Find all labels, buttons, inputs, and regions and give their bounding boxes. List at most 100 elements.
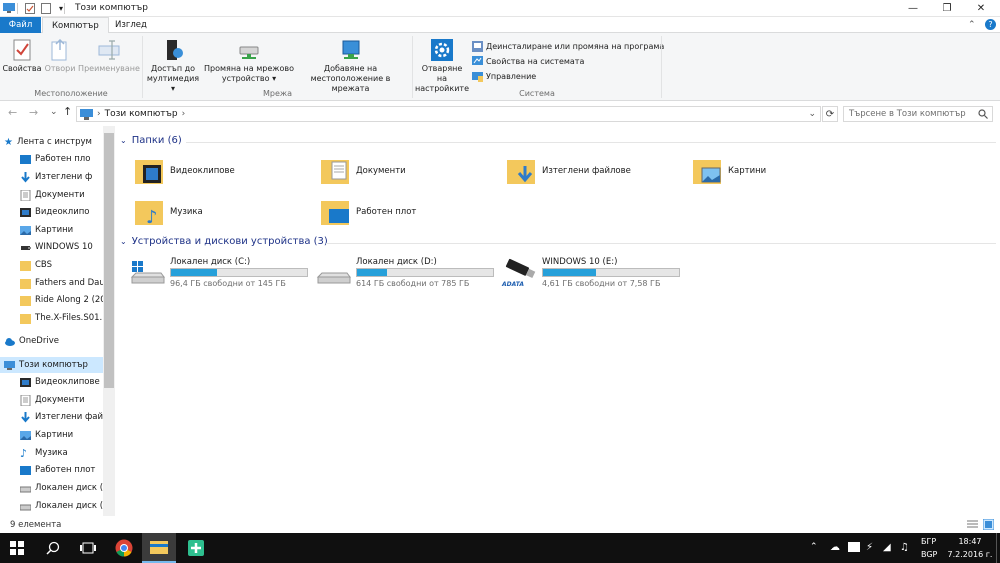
show-hidden-icons[interactable]: ⌃ bbox=[810, 542, 818, 552]
clock-time[interactable]: 18:47 bbox=[950, 537, 990, 546]
video-icon bbox=[20, 207, 31, 217]
address-bar[interactable]: › Този компютър › ⌄ bbox=[76, 106, 821, 122]
drive-e[interactable]: ADATA WINDOWS 10 (E:) 4,61 ГБ свободни о… bbox=[502, 257, 682, 291]
drives-header[interactable]: ⌄ Устройства и дискови устройства (3) bbox=[120, 236, 328, 247]
nav-quick-access[interactable]: ★ Лента с инструм bbox=[4, 134, 107, 150]
address-dropdown-icon[interactable]: ⌄ bbox=[808, 109, 816, 119]
keyboard-layout[interactable]: BGP bbox=[921, 550, 937, 559]
folder-documents[interactable]: Документи bbox=[320, 156, 406, 186]
nav-item-folder[interactable]: The.X-Files.S01.1 bbox=[20, 310, 115, 326]
nav-item-label: WINDOWS 10 bbox=[35, 242, 93, 252]
task-view-button[interactable] bbox=[71, 533, 105, 563]
properties-icon[interactable] bbox=[24, 2, 36, 14]
folder-videos[interactable]: Видеоклипове bbox=[134, 156, 235, 186]
clock-date[interactable]: 7.2.2016 г. bbox=[945, 550, 995, 559]
picture-icon bbox=[20, 430, 31, 440]
computer-icon[interactable] bbox=[3, 2, 15, 14]
folder-downloads[interactable]: Изтеглени файлове bbox=[506, 156, 631, 186]
action-center-icon[interactable] bbox=[848, 542, 860, 552]
rename-button[interactable]: Преименуване bbox=[78, 39, 140, 74]
large-icons-view-icon[interactable] bbox=[983, 519, 994, 530]
nav-pc-videos[interactable]: Видеоклипове bbox=[20, 374, 115, 390]
star-icon: ★ bbox=[4, 136, 13, 148]
system-properties-button[interactable]: Свойства на системата bbox=[472, 54, 584, 68]
nav-pc-music[interactable]: ♪ Музика bbox=[20, 445, 115, 461]
details-view-icon[interactable] bbox=[967, 520, 978, 529]
nav-item-label: Документи bbox=[35, 190, 85, 200]
up-button[interactable]: ↑ bbox=[63, 105, 72, 118]
settings-label1: Отваряне на bbox=[421, 64, 463, 83]
restore-button[interactable]: ❐ bbox=[932, 0, 962, 17]
nav-item-videos[interactable]: Видеоклипо✎ bbox=[20, 204, 115, 220]
search-button[interactable] bbox=[36, 533, 70, 563]
open-settings-button[interactable]: Отваряне на настройките bbox=[415, 39, 469, 94]
search-input[interactable]: Търсене в Този компютър bbox=[843, 106, 993, 122]
nav-item-label: Работен пло bbox=[35, 154, 91, 164]
new-folder-icon[interactable] bbox=[40, 2, 52, 14]
volume-icon[interactable]: ♫ bbox=[900, 542, 909, 553]
qat-dropdown-icon[interactable]: ▾ bbox=[55, 2, 67, 14]
nav-pc-drive-d[interactable]: Локален диск (D bbox=[20, 498, 115, 514]
close-button[interactable]: ✕ bbox=[966, 0, 996, 17]
nav-pc-drive-c[interactable]: Локален диск (C bbox=[20, 480, 115, 496]
nav-pc-pictures[interactable]: Картини bbox=[20, 427, 115, 443]
power-icon[interactable]: ⚡ bbox=[866, 542, 873, 553]
open-button[interactable]: Отвори bbox=[43, 39, 77, 74]
folder-pictures[interactable]: Картини bbox=[692, 156, 766, 186]
help-icon[interactable]: ? bbox=[985, 19, 996, 30]
chrome-app[interactable] bbox=[107, 533, 141, 563]
nav-item-folder[interactable]: CBS bbox=[20, 257, 115, 273]
nav-this-pc[interactable]: Този компютър bbox=[0, 357, 103, 373]
nav-item-label: Fathers and Dau bbox=[35, 278, 105, 288]
onedrive-tray-icon[interactable]: ☁ bbox=[830, 542, 840, 553]
task-view-icon bbox=[80, 542, 96, 554]
input-language[interactable]: БГР bbox=[921, 537, 936, 546]
tab-file[interactable]: Файл bbox=[0, 17, 41, 33]
forward-button[interactable]: → bbox=[29, 106, 38, 119]
nav-pc-downloads[interactable]: Изтеглени файл bbox=[20, 409, 115, 425]
folder-music[interactable]: ♪ Музика bbox=[134, 197, 203, 227]
location-group-label: Местоположение bbox=[34, 89, 108, 98]
breadcrumb-this-pc[interactable]: Този компютър bbox=[105, 109, 178, 119]
nav-item-documents[interactable]: Документи✎ bbox=[20, 187, 115, 203]
nav-pc-documents[interactable]: Документи bbox=[20, 392, 115, 408]
drive-c[interactable]: Локален диск (C:) 96,4 ГБ свободни от 14… bbox=[130, 257, 310, 291]
folder-desktop[interactable]: Работен плот bbox=[320, 197, 416, 227]
tab-view[interactable]: Изглед bbox=[106, 17, 156, 33]
nav-item-downloads[interactable]: Изтеглени ф✎ bbox=[20, 169, 115, 185]
folders-header[interactable]: ⌄ Папки (6) bbox=[120, 135, 182, 146]
nav-scrollbar-thumb[interactable] bbox=[104, 133, 114, 388]
nav-item-desktop[interactable]: Работен пло✎ bbox=[20, 151, 115, 167]
section-divider bbox=[186, 142, 996, 143]
show-desktop-button[interactable] bbox=[996, 533, 1000, 563]
nav-item-folder[interactable]: Fathers and Dau bbox=[20, 275, 115, 291]
path-separator[interactable]: › bbox=[97, 109, 101, 119]
manage-button[interactable]: Управление bbox=[472, 69, 536, 83]
back-button[interactable]: ← bbox=[8, 106, 17, 119]
network-icon[interactable]: ◢ bbox=[883, 542, 891, 553]
app-plus[interactable] bbox=[179, 533, 213, 563]
refresh-button[interactable]: ⟳ bbox=[822, 106, 838, 122]
drive-d[interactable]: Локален диск (D:) 614 ГБ свободни от 785… bbox=[316, 257, 496, 291]
nav-item-usb[interactable]: WINDOWS 10✎ bbox=[20, 239, 115, 255]
file-explorer-app[interactable] bbox=[142, 533, 176, 563]
ribbon-collapse-icon[interactable]: ⌃ bbox=[968, 20, 976, 30]
nav-item-pictures[interactable]: Картини✎ bbox=[20, 222, 115, 238]
properties-button[interactable]: Свойства bbox=[2, 39, 42, 74]
add-network-location-button[interactable]: Добавяне на местоположение в мрежата bbox=[293, 39, 408, 94]
tab-computer[interactable]: Компютър bbox=[42, 17, 109, 34]
recent-locations-dropdown[interactable]: ⌄ bbox=[50, 107, 58, 117]
nav-onedrive[interactable]: OneDrive bbox=[4, 333, 107, 349]
documents-folder-icon bbox=[321, 160, 349, 184]
nav-item-folder[interactable]: Ride Along 2 (20 bbox=[20, 292, 115, 308]
minimize-button[interactable]: — bbox=[898, 0, 928, 17]
start-button[interactable] bbox=[0, 533, 34, 563]
drive-usage-fill bbox=[543, 269, 597, 276]
folder-label: Работен плот bbox=[356, 207, 417, 217]
media-access-button[interactable]: Достъп до мултимедия ▾ bbox=[146, 39, 200, 94]
uninstall-program-button[interactable]: Деинсталиране или промяна на програма bbox=[472, 39, 664, 53]
nav-pc-desktop[interactable]: Работен плот bbox=[20, 462, 115, 478]
path-separator[interactable]: › bbox=[182, 109, 186, 119]
map-network-drive-button[interactable]: Промяна на мрежово устройство ▾ bbox=[203, 39, 295, 84]
nav-item-label: Изтеглени ф bbox=[35, 172, 93, 182]
